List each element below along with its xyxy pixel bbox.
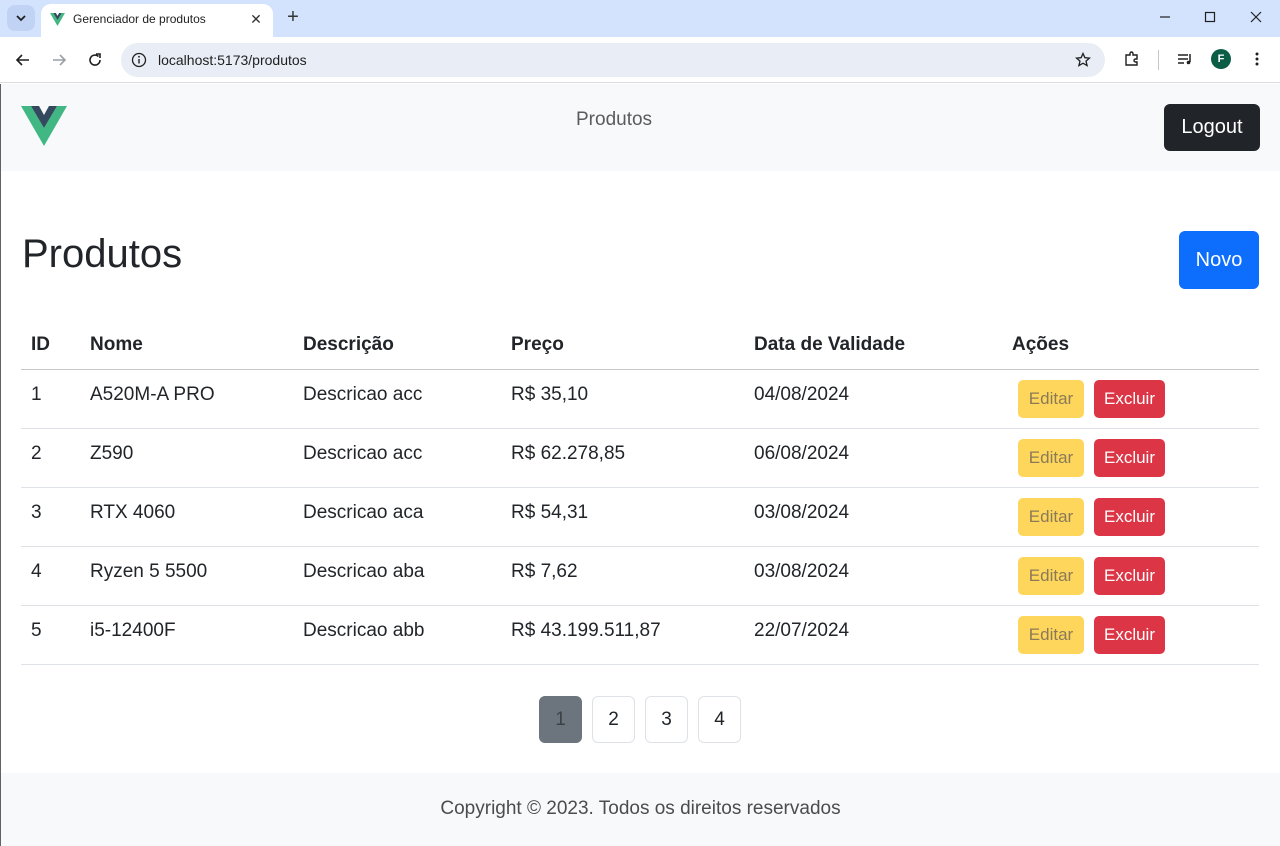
profile-avatar[interactable]: F	[1209, 47, 1233, 71]
media-control-icon[interactable]	[1173, 47, 1197, 71]
cell-nome: i5-12400F	[90, 620, 176, 641]
reload-button[interactable]	[81, 46, 109, 74]
logout-button[interactable]: Logout	[1164, 104, 1260, 151]
products-table: ID Nome Descrição Preço Data de Validade…	[21, 320, 1259, 665]
close-icon	[1250, 11, 1262, 23]
edit-button[interactable]: Editar	[1018, 557, 1084, 595]
cell-nome: A520M-A PRO	[90, 384, 215, 405]
delete-button[interactable]: Excluir	[1094, 616, 1165, 654]
browser-menu-icon[interactable]	[1245, 47, 1269, 71]
browser-tab-bar: Gerenciador de produtos ✕ +	[0, 0, 1280, 37]
cell-descricao: Descricao acc	[303, 384, 423, 405]
cell-validade: 04/08/2024	[754, 384, 850, 405]
edit-button[interactable]: Editar	[1018, 380, 1084, 418]
browser-toolbar: localhost:5173/produtos F	[0, 37, 1280, 83]
page-button-4[interactable]: 4	[698, 696, 741, 743]
table-row: 4 Ryzen 5 5500 Descricao aba R$ 7,62 03/…	[21, 547, 1259, 606]
table-row: 1 A520M-A PRO Descricao acc R$ 35,10 04/…	[21, 370, 1259, 429]
address-bar[interactable]: localhost:5173/produtos	[121, 43, 1105, 77]
maximize-button[interactable]	[1187, 0, 1233, 34]
cell-validade: 06/08/2024	[754, 443, 850, 464]
maximize-icon	[1204, 11, 1216, 23]
cell-descricao: Descricao aba	[303, 561, 425, 582]
edit-button[interactable]: Editar	[1018, 498, 1084, 536]
footer: Copyright © 2023. Todos os direitos rese…	[1, 773, 1280, 846]
cell-descricao: Descricao acc	[303, 443, 423, 464]
table-row: 5 i5-12400F Descricao abb R$ 43.199.511,…	[21, 606, 1259, 665]
cell-nome: Z590	[90, 443, 134, 464]
new-tab-button[interactable]: +	[283, 6, 303, 28]
edit-button[interactable]: Editar	[1018, 616, 1084, 654]
arrow-left-icon	[15, 54, 29, 66]
cell-id: 5	[31, 620, 42, 641]
cell-validade: 22/07/2024	[754, 620, 850, 641]
cell-descricao: Descricao aca	[303, 502, 424, 523]
vue-logo-icon[interactable]	[21, 106, 67, 146]
url-text: localhost:5173/produtos	[158, 52, 307, 68]
tab-title: Gerenciador de produtos	[73, 12, 206, 26]
minimize-button[interactable]	[1142, 0, 1188, 34]
header-preco: Preço	[511, 333, 564, 355]
browser-tab[interactable]: Gerenciador de produtos ✕	[41, 4, 273, 37]
cell-nome: Ryzen 5 5500	[90, 561, 208, 582]
site-info-icon[interactable]	[129, 50, 149, 70]
minimize-icon	[1160, 16, 1170, 18]
delete-button[interactable]: Excluir	[1094, 498, 1165, 536]
cell-preco: R$ 35,10	[511, 384, 589, 405]
header-nome: Nome	[90, 333, 143, 355]
cell-nome: RTX 4060	[90, 502, 176, 523]
extensions-icon[interactable]	[1120, 47, 1144, 71]
cell-validade: 03/08/2024	[754, 502, 850, 523]
chevron-down-icon	[16, 15, 26, 22]
toolbar-separator	[1158, 50, 1159, 70]
tab-close-icon[interactable]: ✕	[247, 10, 265, 28]
app-navbar: Produtos Logout	[1, 84, 1280, 171]
page-button-3[interactable]: 3	[645, 696, 688, 743]
delete-button[interactable]: Excluir	[1094, 380, 1165, 418]
new-product-button[interactable]: Novo	[1179, 231, 1259, 289]
header-id: ID	[31, 333, 50, 355]
reload-icon	[89, 53, 101, 66]
table-header-row: ID Nome Descrição Preço Data de Validade…	[21, 320, 1259, 370]
header-validade: Data de Validade	[754, 333, 906, 355]
edit-button[interactable]: Editar	[1018, 439, 1084, 477]
delete-button[interactable]: Excluir	[1094, 439, 1165, 477]
back-button[interactable]	[9, 46, 37, 74]
page-button-2[interactable]: 2	[592, 696, 635, 743]
page-title: Produtos	[22, 232, 183, 276]
tab-search-button[interactable]	[7, 5, 35, 31]
nav-link-produtos[interactable]: Produtos	[576, 109, 652, 131]
cell-preco: R$ 43.199.511,87	[511, 620, 661, 641]
cell-preco: R$ 62.278,85	[511, 443, 626, 464]
copyright-text: Copyright © 2023. Todos os direitos rese…	[440, 798, 841, 819]
cell-preco: R$ 7,62	[511, 561, 578, 582]
vue-favicon-icon	[50, 13, 65, 26]
profile-initial: F	[1211, 49, 1231, 69]
arrow-right-icon	[53, 54, 67, 66]
forward-button[interactable]	[45, 46, 73, 74]
close-window-button[interactable]	[1233, 0, 1279, 34]
bookmark-star-icon[interactable]	[1073, 50, 1093, 70]
delete-button[interactable]: Excluir	[1094, 557, 1165, 595]
cell-descricao: Descricao abb	[303, 620, 425, 641]
window-edge	[0, 84, 1, 846]
header-descricao: Descrição	[303, 333, 394, 355]
header-acoes: Ações	[1012, 333, 1070, 355]
table-row: 3 RTX 4060 Descricao aca R$ 54,31 03/08/…	[21, 488, 1259, 547]
cell-id: 3	[31, 502, 42, 523]
cell-id: 1	[31, 384, 42, 405]
page-button-1[interactable]: 1	[539, 696, 582, 743]
cell-validade: 03/08/2024	[754, 561, 850, 582]
cell-id: 4	[31, 561, 42, 582]
cell-id: 2	[31, 443, 42, 464]
table-row: 2 Z590 Descricao acc R$ 62.278,85 06/08/…	[21, 429, 1259, 488]
cell-preco: R$ 54,31	[511, 502, 589, 523]
